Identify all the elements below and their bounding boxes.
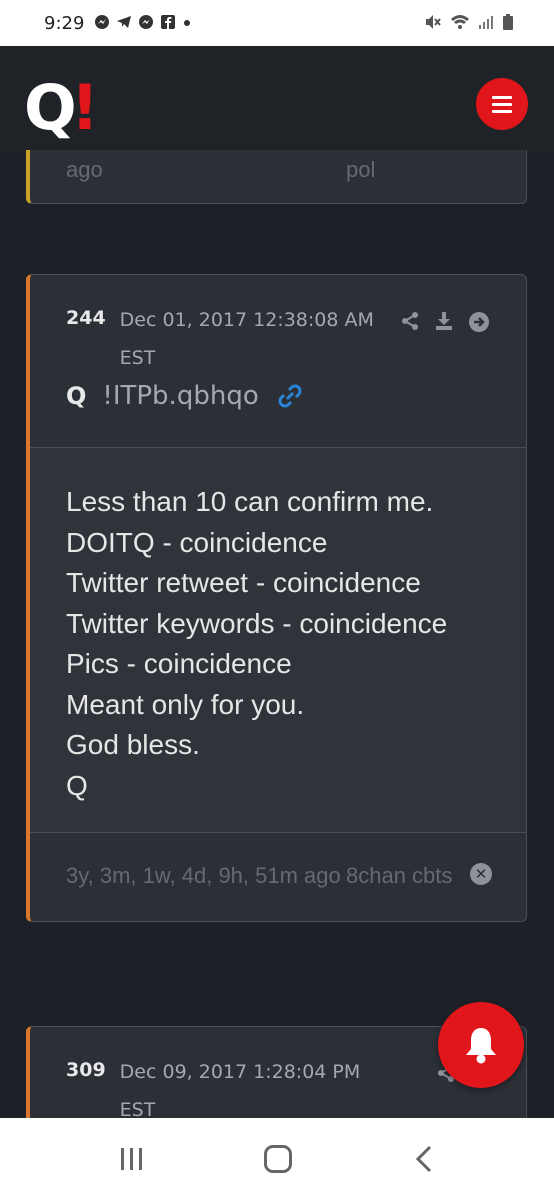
messenger-icon	[139, 15, 153, 29]
telegram-icon	[117, 16, 131, 28]
post-number[interactable]: 309	[66, 1059, 106, 1081]
system-nav-bar	[0, 1118, 554, 1200]
battery-icon	[503, 14, 513, 30]
status-bar: 9:29	[0, 0, 554, 46]
post-tripcode: !ITPb.qbhqo	[102, 381, 259, 411]
post-source: 8chan cbts	[346, 863, 453, 888]
post-line: Pics - coincidence	[66, 648, 292, 679]
clock: 9:29	[44, 13, 85, 34]
link-icon[interactable]	[275, 381, 305, 411]
post-author: Q	[66, 382, 87, 410]
hamburger-icon	[492, 95, 512, 99]
post-line: DOITQ - coincidence	[66, 526, 328, 558]
system-icons	[424, 13, 514, 31]
post-age: ago	[66, 157, 103, 182]
post-footer: 3y, 3m, 1w, 4d, 9h, 51m ago 8chan cbts ✕	[30, 833, 526, 921]
facebook-icon	[161, 15, 175, 29]
share-icon[interactable]	[400, 311, 420, 331]
bell-icon	[466, 1028, 496, 1064]
post-footer: ago pol	[30, 150, 526, 215]
recent-apps-icon[interactable]	[121, 1148, 143, 1170]
post-source: pol	[346, 157, 376, 182]
post-number[interactable]: 244	[66, 307, 106, 329]
app-header: Q !	[0, 46, 554, 150]
dot-icon	[184, 20, 190, 26]
post-line: Q	[66, 769, 88, 801]
logo-exclamation: !	[70, 71, 99, 144]
notifications-button[interactable]	[438, 1002, 524, 1088]
messenger-icon	[95, 15, 109, 29]
logo[interactable]: Q !	[24, 71, 99, 144]
menu-button[interactable]	[476, 78, 528, 130]
post-header: 244 Dec 01, 2017 12:38:08 AM EST Q !ITPb…	[30, 275, 526, 447]
notification-icons	[94, 14, 192, 30]
mute-icon	[426, 15, 441, 29]
logo-letter: Q	[24, 71, 77, 144]
close-icon[interactable]: ✕	[470, 863, 492, 885]
download-icon[interactable]	[434, 311, 454, 331]
arrow-right-circle-icon[interactable]	[468, 311, 490, 333]
post-line: Twitter keywords - coincidence	[66, 607, 448, 639]
post-date: Dec 01, 2017 12:38:08 AM EST	[119, 309, 374, 369]
post-card: 244 Dec 01, 2017 12:38:08 AM EST Q !ITPb…	[26, 274, 527, 922]
signal-icon	[479, 16, 493, 29]
post-actions	[400, 311, 490, 333]
post-line: Meant only for you.	[66, 688, 305, 720]
wifi-icon	[451, 15, 469, 29]
post-card: ago pol	[26, 150, 527, 204]
post-date: Dec 09, 2017 1:28:04 PM EST	[119, 1061, 361, 1118]
post-feed[interactable]: ago pol 244 Dec 01, 2017 12:38:08 AM EST…	[0, 150, 554, 1118]
post-line: Twitter retweet - coincidence	[66, 567, 421, 598]
post-body: Less than 10 can confirm me. DOITQ - coi…	[30, 447, 526, 833]
back-icon[interactable]	[415, 1145, 433, 1173]
post-line: God bless.	[66, 729, 200, 760]
post-line: Less than 10 can confirm me.	[66, 486, 434, 517]
post-age: 3y, 3m, 1w, 4d, 9h, 51m ago	[66, 863, 341, 888]
home-icon[interactable]	[264, 1145, 293, 1173]
